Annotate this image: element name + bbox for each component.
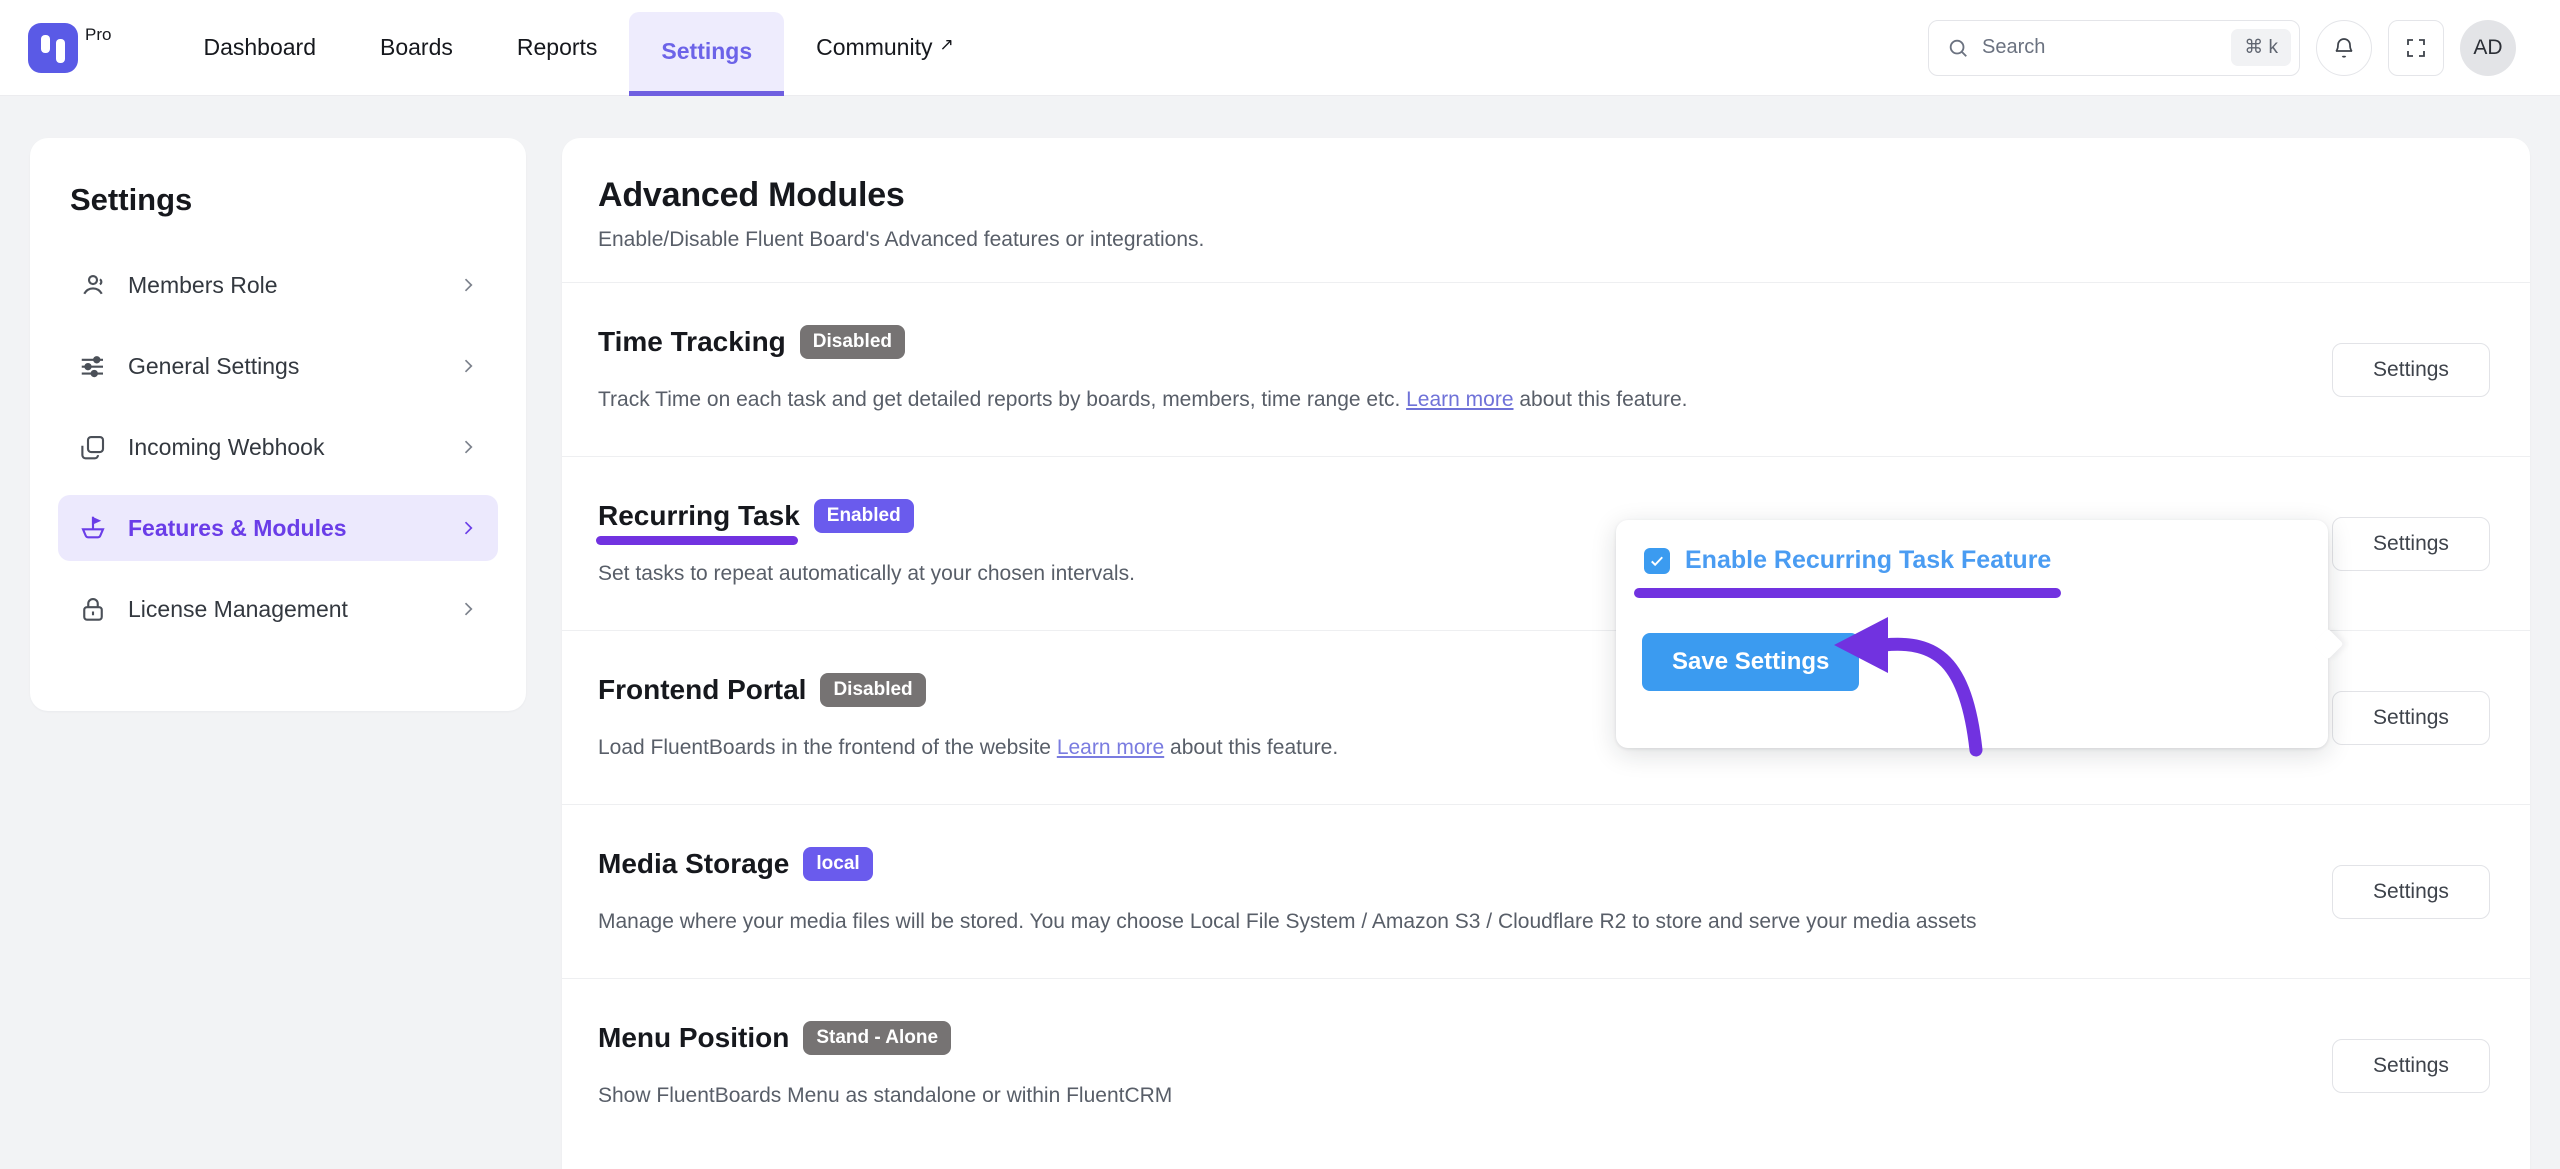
recurring-task-settings-popover: Enable Recurring Task Feature Save Setti…	[1616, 520, 2328, 757]
sidebar-item-features-modules[interactable]: Features & Modules	[58, 495, 498, 561]
external-link-icon: ↗	[939, 34, 954, 54]
status-badge: Disabled	[820, 672, 926, 707]
status-badge: Disabled	[799, 324, 905, 359]
nav-label: Dashboard	[203, 34, 316, 60]
module-description: Manage where your media files will be st…	[598, 908, 2292, 936]
description-text-after: about this feature.	[1164, 735, 1339, 759]
module-settings-button[interactable]: Settings	[2332, 516, 2490, 571]
top-navigation-bar: Pro Dashboard Boards Reports Settings Co…	[0, 0, 2560, 96]
fullscreen-button[interactable]	[2388, 19, 2444, 76]
description-text: Set tasks to repeat automatically at you…	[598, 561, 1135, 585]
search-shortcut-badge: ⌘ k	[2231, 29, 2291, 66]
pro-label: Pro	[85, 24, 112, 44]
module-row: Menu Position Stand - Alone Show FluentB…	[562, 978, 2530, 1152]
module-row: Media Storage local Manage where your me…	[562, 804, 2530, 978]
members-icon	[83, 274, 103, 295]
enable-recurring-task-row[interactable]: Enable Recurring Task Feature	[1616, 520, 2328, 575]
enable-recurring-task-label[interactable]: Enable Recurring Task Feature	[1685, 546, 2051, 575]
module-description: Track Time on each task and get detailed…	[598, 386, 2292, 414]
module-title: Time Tracking	[598, 325, 786, 357]
status-badge: local	[803, 846, 873, 881]
module-title: Frontend Portal	[598, 673, 807, 705]
status-badge: Stand - Alone	[803, 1020, 952, 1055]
module-title: Menu Position	[598, 1021, 790, 1053]
sidebar-item-label: License Management	[128, 595, 348, 622]
module-settings-button[interactable]: Settings	[2332, 864, 2490, 919]
annotation-underline	[1634, 588, 2061, 598]
check-icon	[1651, 556, 1663, 566]
description-text: Load FluentBoards in the frontend of the…	[598, 735, 1057, 759]
sidebar-item-label: Features & Modules	[128, 514, 347, 541]
sidebar-item-incoming-webhook[interactable]: Incoming Webhook	[58, 414, 498, 480]
sidebar-item-label: General Settings	[128, 352, 300, 379]
chevron-right-icon	[464, 278, 473, 292]
avatar[interactable]: AD	[2460, 19, 2516, 76]
description-text-after: about this feature.	[1513, 387, 1688, 411]
description-text: Manage where your media files will be st…	[598, 909, 1977, 933]
description-text: Show FluentBoards Menu as standalone or …	[598, 1083, 1173, 1107]
topbar-actions: Search ⌘ k AD	[1928, 19, 2516, 76]
page-body: Settings Members Role General Settings I…	[0, 96, 2560, 1169]
search-icon	[1949, 39, 1967, 57]
module-settings-button[interactable]: Settings	[2332, 690, 2490, 745]
enable-recurring-task-checkbox[interactable]	[1644, 547, 1670, 574]
module-settings-button[interactable]: Settings	[2332, 342, 2490, 397]
description-text: Track Time on each task and get detailed…	[598, 387, 1407, 411]
fluentboards-logo-icon	[28, 22, 78, 73]
notifications-button[interactable]	[2316, 19, 2372, 76]
module-settings-button[interactable]: Settings	[2332, 1038, 2490, 1093]
module-title: Media Storage	[598, 847, 790, 879]
sidebar-item-label: Members Role	[128, 271, 278, 298]
status-badge: Enabled	[813, 498, 914, 533]
module-description: Show FluentBoards Menu as standalone or …	[598, 1082, 2292, 1110]
sidebar-item-license-management[interactable]: License Management	[58, 576, 498, 642]
nav-label: Community	[816, 34, 933, 60]
save-settings-button[interactable]: Save Settings	[1642, 633, 1860, 691]
main-nav: Dashboard Boards Reports Settings Commun…	[171, 0, 985, 96]
sidebar-item-label: Incoming Webhook	[128, 433, 325, 460]
copy-icon	[81, 435, 105, 460]
chevron-right-icon	[464, 602, 473, 616]
chevron-right-icon	[464, 440, 473, 454]
nav-label: Boards	[380, 34, 453, 60]
boat-icon	[81, 516, 105, 539]
annotation-arrow-icon	[1834, 617, 1983, 757]
sliders-icon	[81, 356, 103, 378]
nav-item-boards[interactable]: Boards	[348, 0, 485, 96]
nav-item-community[interactable]: Community ↗	[784, 0, 986, 96]
panel-header: Advanced Modules Enable/Disable Fluent B…	[562, 138, 2530, 282]
nav-item-settings[interactable]: Settings	[629, 11, 785, 96]
nav-item-dashboard[interactable]: Dashboard	[171, 0, 348, 96]
bell-icon	[2335, 37, 2353, 58]
learn-more-link[interactable]: Learn more	[1406, 388, 1513, 411]
brand-logo[interactable]: Pro	[28, 22, 112, 73]
page-title: Advanced Modules	[598, 176, 905, 214]
search-input[interactable]: Search ⌘ k	[1928, 19, 2300, 76]
sidebar-item-general-settings[interactable]: General Settings	[58, 333, 498, 399]
search-placeholder: Search	[1982, 36, 2046, 58]
chevron-right-icon	[464, 521, 473, 535]
nav-label: Settings	[661, 37, 753, 64]
nav-label: Reports	[516, 34, 598, 60]
page-subtitle: Enable/Disable Fluent Board's Advanced f…	[598, 228, 1205, 251]
settings-sidebar: Settings Members Role General Settings I…	[30, 138, 526, 711]
sidebar-item-members-role[interactable]: Members Role	[58, 252, 498, 318]
nav-item-reports[interactable]: Reports	[485, 0, 630, 96]
chevron-right-icon	[464, 359, 473, 373]
lock-icon	[83, 598, 103, 621]
advanced-modules-panel: Advanced Modules Enable/Disable Fluent B…	[562, 138, 2530, 1169]
sidebar-title: Settings	[70, 182, 193, 217]
module-row: Time Tracking Disabled Track Time on eac…	[562, 282, 2530, 456]
fullscreen-icon	[2407, 38, 2425, 57]
module-title: Recurring Task	[596, 499, 800, 545]
learn-more-link[interactable]: Learn more	[1057, 736, 1164, 759]
